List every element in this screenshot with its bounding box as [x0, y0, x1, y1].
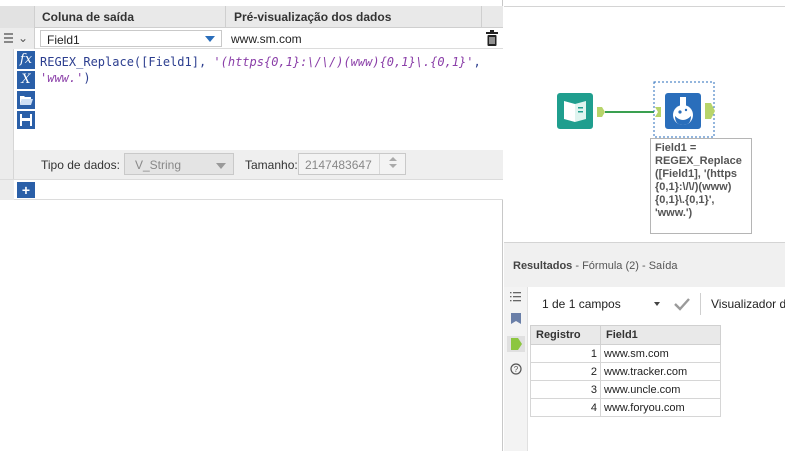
- results-header: Resultados - Fórmula (2) - Saída: [504, 243, 785, 287]
- size-label: Tamanho:: [245, 158, 298, 172]
- record-number: 1: [530, 344, 601, 363]
- row-gutter: ⌄: [0, 28, 35, 49]
- record-number: 3: [530, 380, 601, 399]
- formula-annotation: Field1 = REGEX_Replace ([Field1], '(http…: [650, 138, 752, 234]
- expr-pattern: '(https{0,1}:\/\/)(www){0,1}\.{0,1}': [213, 55, 474, 69]
- expr-close: ): [83, 71, 91, 85]
- side-icons: ?: [507, 292, 525, 375]
- toolbar-divider: [700, 293, 701, 315]
- dropdown-arrow-icon[interactable]: [205, 36, 215, 42]
- table-row[interactable]: 2 www.tracker.com: [530, 362, 721, 381]
- results-side-toolbar: ?: [504, 287, 528, 451]
- expression-text[interactable]: REGEX_Replace([Field1], '(https{0,1}:\/\…: [40, 54, 495, 86]
- column-header-preview: Pré-visualização dos dados: [234, 10, 392, 24]
- input-anchor-icon[interactable]: [655, 107, 661, 117]
- app-root: Coluna de saída Pré-visualização dos dad…: [0, 0, 785, 451]
- formula-tool-icon[interactable]: [665, 93, 701, 129]
- input-tool-icon[interactable]: [557, 93, 593, 129]
- chevron-down-icon[interactable]: ⌄: [18, 31, 28, 45]
- header-gutter: [0, 6, 35, 28]
- checkmark-icon[interactable]: [674, 297, 690, 311]
- expr-replacement: 'www.': [40, 71, 84, 85]
- formula-config-panel: Coluna de saída Pré-visualização dos dad…: [0, 0, 503, 451]
- data-type-row: Tipo de dados: V_String Tamanho: 2147483…: [14, 150, 503, 179]
- spin-down-icon[interactable]: [388, 164, 397, 168]
- workflow-canvas[interactable]: Field1 = REGEX_Replace ([Field1], '(http…: [504, 0, 785, 243]
- output-column-select[interactable]: Field1: [40, 30, 222, 47]
- trash-icon[interactable]: [486, 30, 498, 46]
- field1-cell[interactable]: www.sm.com: [600, 344, 721, 363]
- expr-field: [Field1]: [141, 55, 199, 69]
- table-row[interactable]: 4 www.foryou.com: [530, 398, 721, 417]
- results-title-bold: Resultados: [513, 260, 573, 272]
- expr-function: REGEX_Replace: [40, 55, 134, 69]
- data-type-select[interactable]: V_String: [124, 153, 234, 175]
- caret-down-icon[interactable]: [654, 302, 660, 306]
- record-number: 2: [530, 362, 601, 381]
- table-row[interactable]: 1 www.sm.com: [530, 344, 721, 363]
- column-header-output: Coluna de saída: [42, 10, 135, 24]
- data-type-value: V_String: [135, 158, 182, 172]
- bookmark-icon[interactable]: [511, 313, 521, 324]
- results-title: Resultados - Fórmula (2) - Saída: [513, 260, 677, 272]
- expr-sep2: ,: [473, 55, 481, 69]
- size-spinner[interactable]: [379, 154, 405, 174]
- data-type-label: Tipo de dados:: [41, 158, 120, 172]
- fx-icon[interactable]: fx: [17, 51, 35, 69]
- list-icon[interactable]: [510, 292, 521, 302]
- formula-output-anchor-icon[interactable]: [705, 103, 715, 119]
- add-formula-button[interactable]: +: [17, 182, 35, 198]
- add-row-gutter: [0, 180, 14, 200]
- column-header-record[interactable]: Registro: [530, 325, 601, 345]
- add-formula-row: +: [0, 179, 503, 200]
- field1-cell[interactable]: www.tracker.com: [600, 362, 721, 381]
- dropdown-arrow-icon[interactable]: [216, 163, 226, 169]
- save-icon[interactable]: [17, 111, 35, 129]
- output-column-value: Field1: [47, 33, 80, 47]
- size-stepper[interactable]: 2147483647: [298, 153, 406, 175]
- field1-cell[interactable]: www.foryou.com: [600, 398, 721, 417]
- folder-open-icon[interactable]: [17, 91, 35, 109]
- folder-glyph: [20, 96, 33, 105]
- record-number: 4: [530, 398, 601, 417]
- field1-cell[interactable]: www.uncle.com: [600, 380, 721, 399]
- fields-count-select[interactable]: 1 de 1 campos: [542, 297, 621, 311]
- editor-gutter: [0, 49, 14, 181]
- formula-row[interactable]: ⌄ Field1 www.sm.com: [0, 28, 503, 49]
- cell-viewer-label[interactable]: Visualizador de célu: [711, 297, 785, 311]
- output-anchor-icon[interactable]: [597, 107, 605, 117]
- spin-up-icon[interactable]: [388, 157, 397, 161]
- save-glyph: [20, 114, 32, 126]
- formula-grid-header: Coluna de saída Pré-visualização dos dad…: [0, 6, 503, 28]
- table-header-row: Registro Field1: [530, 325, 721, 345]
- expr-sep1: ,: [198, 55, 214, 69]
- table-row[interactable]: 3 www.uncle.com: [530, 380, 721, 399]
- data-preview-value: www.sm.com: [231, 32, 302, 46]
- results-title-rest: - Fórmula (2) - Saída: [572, 260, 678, 272]
- column-header-field1[interactable]: Field1: [600, 325, 721, 345]
- drag-handle-icon[interactable]: [4, 33, 13, 44]
- results-table[interactable]: Registro Field1 1 www.sm.com 2 www.track…: [530, 325, 721, 417]
- variable-x-icon[interactable]: X: [17, 71, 35, 89]
- header-divider[interactable]: [225, 6, 226, 28]
- results-toolbar: 1 de 1 campos Visualizador de célu: [530, 287, 785, 323]
- help-glyph: ?: [514, 365, 519, 374]
- header-divider-right: [481, 6, 482, 28]
- size-value: 2147483647: [305, 158, 372, 172]
- expression-editor[interactable]: fx X REGEX_Replace([Field1], '(https{0,1…: [0, 49, 503, 181]
